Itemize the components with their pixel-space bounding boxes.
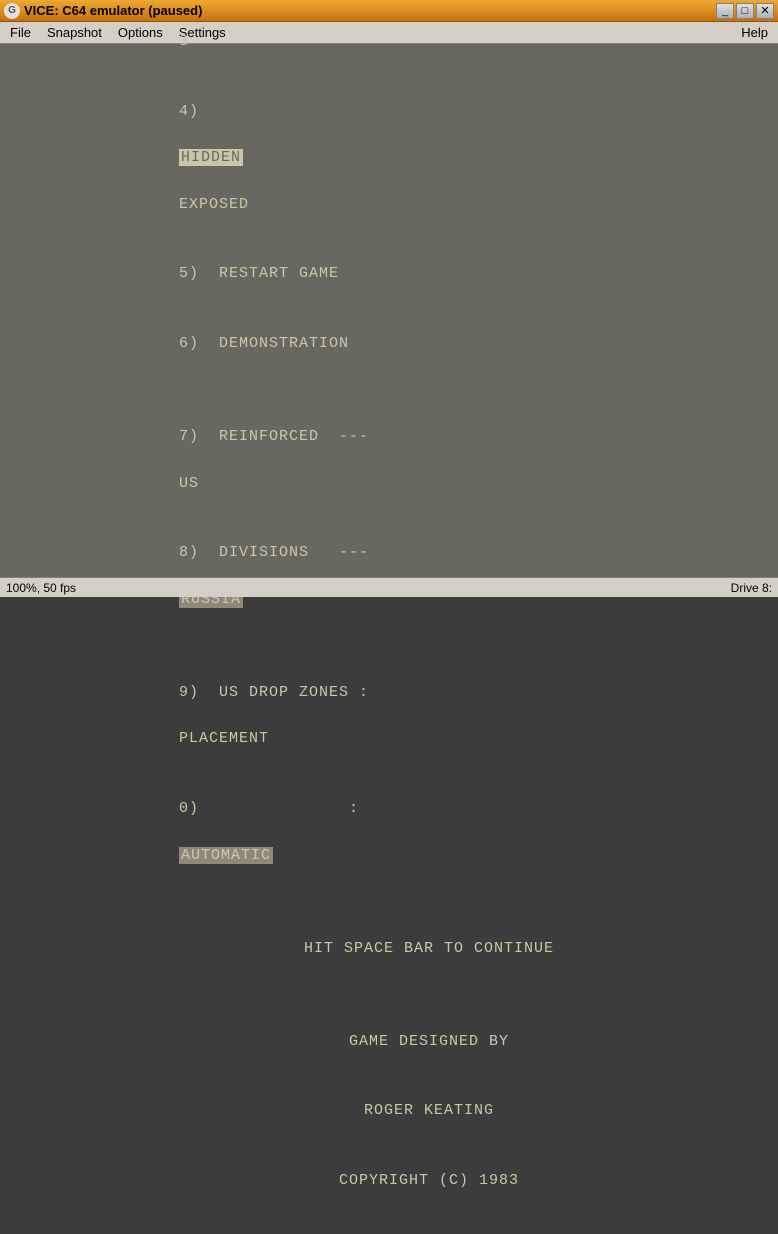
option6-line: 6) DEMONSTRATION — [99, 309, 679, 379]
close-button[interactable]: ✕ — [756, 3, 774, 19]
blank-line3 — [99, 634, 679, 657]
blank-line4 — [99, 890, 679, 913]
opt9-value: PLACEMENT — [179, 730, 269, 747]
menu-file[interactable]: File — [2, 23, 39, 42]
credits2-line: ROGER KEATING — [99, 1076, 679, 1146]
option7-line: 7) REINFORCED --- US — [99, 402, 679, 518]
status-drive: Drive 8: — [731, 581, 772, 595]
option9-line: 9) US DROP ZONES : PLACEMENT — [99, 658, 679, 774]
blank-line5 — [99, 983, 679, 1006]
app-icon: G — [4, 3, 20, 19]
option3-line: 3) LEVEL 1 2 3 — [99, 0, 679, 76]
menu-help[interactable]: Help — [733, 23, 776, 42]
status-fps: 100%, 50 fps — [6, 581, 76, 595]
opt3-val2: 2 — [179, 0, 189, 3]
status-bar: 100%, 50 fps Drive 8: — [0, 577, 778, 597]
maximize-button[interactable]: □ — [736, 3, 754, 19]
screen-content: R.D.F. 1985 OPTIONS 1) TWO PLAYER SOLITA… — [79, 0, 699, 1234]
option0-line: 0) : AUTOMATIC — [99, 774, 679, 890]
credits3-line: COPYRIGHT (C) 1983 — [99, 1146, 679, 1216]
credits1-line: GAME DESIGNED BY — [99, 1006, 679, 1076]
option5-line: 5) RESTART GAME — [99, 239, 679, 309]
c64-screen: R.D.F. 1985 OPTIONS 1) TWO PLAYER SOLITA… — [29, 61, 749, 581]
opt7-value: US — [179, 475, 199, 492]
option4-line: 4) HIDDEN EXPOSED — [99, 76, 679, 239]
opt4-exposed: EXPOSED — [179, 196, 249, 213]
minimize-button[interactable]: _ — [716, 3, 734, 19]
opt4-hidden: HIDDEN — [179, 149, 243, 166]
window-controls[interactable]: _ □ ✕ — [716, 3, 774, 19]
opt0-value: AUTOMATIC — [179, 847, 273, 864]
hit-space-line: HIT SPACE BAR TO CONTINUE — [99, 913, 679, 983]
emulator-area: R.D.F. 1985 OPTIONS 1) TWO PLAYER SOLITA… — [0, 44, 778, 597]
opt3-val3: 3 — [179, 33, 189, 50]
blank-line2 — [99, 379, 679, 402]
